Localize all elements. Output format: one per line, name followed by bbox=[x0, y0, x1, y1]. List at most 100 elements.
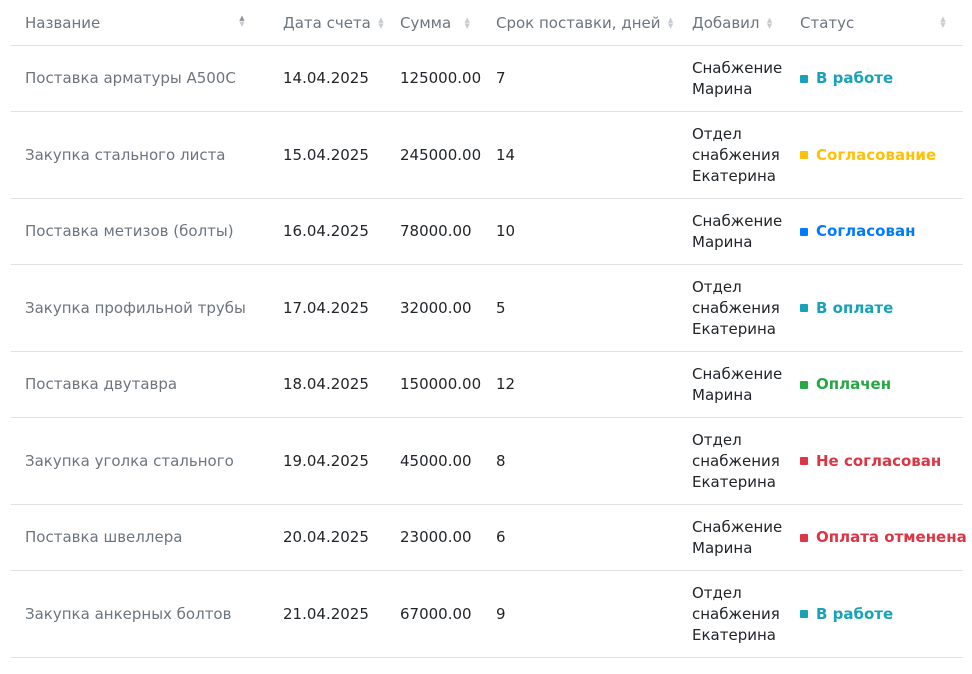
status-label: Не согласован bbox=[816, 451, 942, 470]
invoice-sum: 245000.00 bbox=[400, 145, 482, 164]
cell-status: В оплате bbox=[786, 264, 963, 352]
invoice-name-link[interactable]: Поставка арматуры А500С bbox=[25, 69, 236, 87]
column-header-date-label: Дата счета bbox=[283, 13, 371, 32]
column-header-added-by[interactable]: Добавил ▲ ▼ bbox=[678, 0, 786, 46]
cell-term: 10 bbox=[485, 198, 678, 265]
cell-date: 16.04.2025 bbox=[269, 198, 389, 265]
invoice-name-link[interactable]: Поставка швеллера bbox=[25, 528, 182, 546]
column-header-status[interactable]: Статус ▲ ▼ bbox=[786, 0, 963, 46]
column-header-sum[interactable]: Сумма ▲ ▼ bbox=[389, 0, 485, 46]
sort-arrows-icon[interactable]: ▲ ▼ bbox=[238, 15, 246, 28]
added-by-line: Екатерина bbox=[692, 625, 776, 644]
table-row[interactable]: Закупка уголка стального 19.04.2025 4500… bbox=[11, 417, 963, 505]
cell-sum: 45000.00 bbox=[389, 417, 485, 505]
invoices-table-container: Название ▲ ▼ Дата счета ▲ ▼ Сумма ▲ ▼ Ср… bbox=[11, 0, 967, 658]
cell-added-by: Снабжение Марина bbox=[678, 45, 786, 112]
cell-sum: 78000.00 bbox=[389, 198, 485, 265]
cell-name[interactable]: Поставка арматуры А500С bbox=[11, 45, 269, 112]
cell-term: 14 bbox=[485, 111, 678, 199]
table-row[interactable]: Поставка двутавра 18.04.2025 150000.00 1… bbox=[11, 351, 963, 418]
column-header-name-label: Название bbox=[25, 13, 101, 32]
cell-name[interactable]: Поставка метизов (болты) bbox=[11, 198, 269, 265]
cell-added-by: Снабжение Марина bbox=[678, 198, 786, 265]
status-square-icon bbox=[800, 151, 808, 160]
table-row[interactable]: Закупка анкерных болтов 21.04.2025 67000… bbox=[11, 570, 963, 658]
cell-name[interactable]: Закупка стального листа bbox=[11, 111, 269, 199]
sort-arrows-icon[interactable]: ▲ ▼ bbox=[766, 16, 774, 29]
invoice-name-link[interactable]: Поставка метизов (болты) bbox=[25, 222, 234, 240]
cell-date: 18.04.2025 bbox=[269, 351, 389, 418]
cell-date: 17.04.2025 bbox=[269, 264, 389, 352]
delivery-term: 12 bbox=[496, 375, 516, 393]
cell-sum: 23000.00 bbox=[389, 504, 485, 571]
status-label: Согласование bbox=[816, 145, 937, 164]
invoice-sum: 23000.00 bbox=[400, 528, 472, 546]
status-badge: В работе bbox=[800, 68, 893, 89]
status-label: Оплачен bbox=[816, 375, 892, 394]
table-row[interactable]: Закупка стального листа 15.04.2025 24500… bbox=[11, 111, 963, 199]
invoice-name-link[interactable]: Закупка анкерных болтов bbox=[25, 605, 231, 623]
status-label: В оплате bbox=[816, 298, 894, 317]
cell-status: Согласован bbox=[786, 198, 963, 265]
invoice-sum: 125000.00 bbox=[400, 69, 482, 87]
cell-sum: 67000.00 bbox=[389, 570, 485, 658]
status-badge: Не согласован bbox=[800, 451, 941, 472]
added-by-line: Снабжение bbox=[692, 58, 783, 77]
added-by-line: Марина bbox=[692, 232, 753, 251]
invoice-sum: 78000.00 bbox=[400, 222, 472, 240]
status-label: В работе bbox=[816, 69, 894, 88]
sort-arrows-icon[interactable]: ▲ ▼ bbox=[463, 16, 471, 29]
table-row[interactable]: Поставка арматуры А500С 14.04.2025 12500… bbox=[11, 45, 963, 112]
added-by-line: Екатерина bbox=[692, 472, 776, 491]
cell-name[interactable]: Поставка швеллера bbox=[11, 504, 269, 571]
added-by-line: Отдел bbox=[692, 430, 742, 449]
column-header-term[interactable]: Срок поставки, дней ▲ ▼ bbox=[485, 0, 678, 46]
invoice-name-link[interactable]: Закупка уголка стального bbox=[25, 452, 234, 470]
cell-name[interactable]: Закупка профильной трубы bbox=[11, 264, 269, 352]
column-header-name[interactable]: Название ▲ ▼ bbox=[11, 0, 269, 46]
cell-date: 19.04.2025 bbox=[269, 417, 389, 505]
added-by-line: Отдел bbox=[692, 583, 742, 602]
added-by-line: Снабжение bbox=[692, 211, 783, 230]
invoices-table: Название ▲ ▼ Дата счета ▲ ▼ Сумма ▲ ▼ Ср… bbox=[11, 0, 967, 658]
invoice-name-link[interactable]: Закупка профильной трубы bbox=[25, 299, 246, 317]
cell-status: В работе bbox=[786, 45, 963, 112]
invoice-name-link[interactable]: Закупка стального листа bbox=[25, 146, 226, 164]
invoice-date: 15.04.2025 bbox=[283, 145, 369, 164]
cell-name[interactable]: Поставка двутавра bbox=[11, 351, 269, 418]
table-row[interactable]: Поставка метизов (болты) 16.04.2025 7800… bbox=[11, 198, 963, 265]
sort-arrows-icon[interactable]: ▲ ▼ bbox=[667, 16, 675, 29]
invoice-name-link[interactable]: Поставка двутавра bbox=[25, 375, 177, 393]
invoice-sum: 67000.00 bbox=[400, 604, 472, 623]
column-header-date[interactable]: Дата счета ▲ ▼ bbox=[269, 0, 389, 46]
invoice-sum: 150000.00 bbox=[400, 375, 482, 393]
cell-term: 9 bbox=[485, 570, 678, 658]
delivery-term: 10 bbox=[496, 222, 516, 240]
column-header-term-label: Срок поставки, дней bbox=[496, 13, 661, 32]
cell-date: 15.04.2025 bbox=[269, 111, 389, 199]
status-badge: Оплата отменена bbox=[800, 527, 967, 548]
status-label: Оплата отменена bbox=[816, 528, 967, 547]
cell-term: 7 bbox=[485, 45, 678, 112]
cell-date: 20.04.2025 bbox=[269, 504, 389, 571]
sort-arrows-icon[interactable]: ▲ ▼ bbox=[377, 16, 385, 29]
cell-name[interactable]: Закупка анкерных болтов bbox=[11, 570, 269, 658]
cell-term: 12 bbox=[485, 351, 678, 418]
table-header: Название ▲ ▼ Дата счета ▲ ▼ Сумма ▲ ▼ Ср… bbox=[11, 0, 963, 46]
added-by-line: снабжения bbox=[692, 298, 780, 317]
cell-added-by: Отдел снабжения Екатерина bbox=[678, 111, 786, 199]
added-by-line: Отдел bbox=[692, 124, 742, 143]
cell-name[interactable]: Закупка уголка стального bbox=[11, 417, 269, 505]
cell-added-by: Снабжение Марина bbox=[678, 504, 786, 571]
invoice-date: 14.04.2025 bbox=[283, 69, 369, 87]
status-label: Согласован bbox=[816, 222, 916, 241]
sort-arrows-icon[interactable]: ▲ ▼ bbox=[939, 16, 947, 29]
delivery-term: 9 bbox=[496, 604, 506, 623]
table-body: Поставка арматуры А500С 14.04.2025 12500… bbox=[11, 45, 967, 658]
status-label: В работе bbox=[816, 604, 894, 623]
invoice-sum: 32000.00 bbox=[400, 298, 472, 317]
status-square-icon bbox=[800, 227, 808, 236]
table-row[interactable]: Поставка швеллера 20.04.2025 23000.00 6 … bbox=[11, 504, 967, 571]
header-row: Название ▲ ▼ Дата счета ▲ ▼ Сумма ▲ ▼ Ср… bbox=[11, 0, 963, 46]
table-row[interactable]: Закупка профильной трубы 17.04.2025 3200… bbox=[11, 264, 963, 352]
